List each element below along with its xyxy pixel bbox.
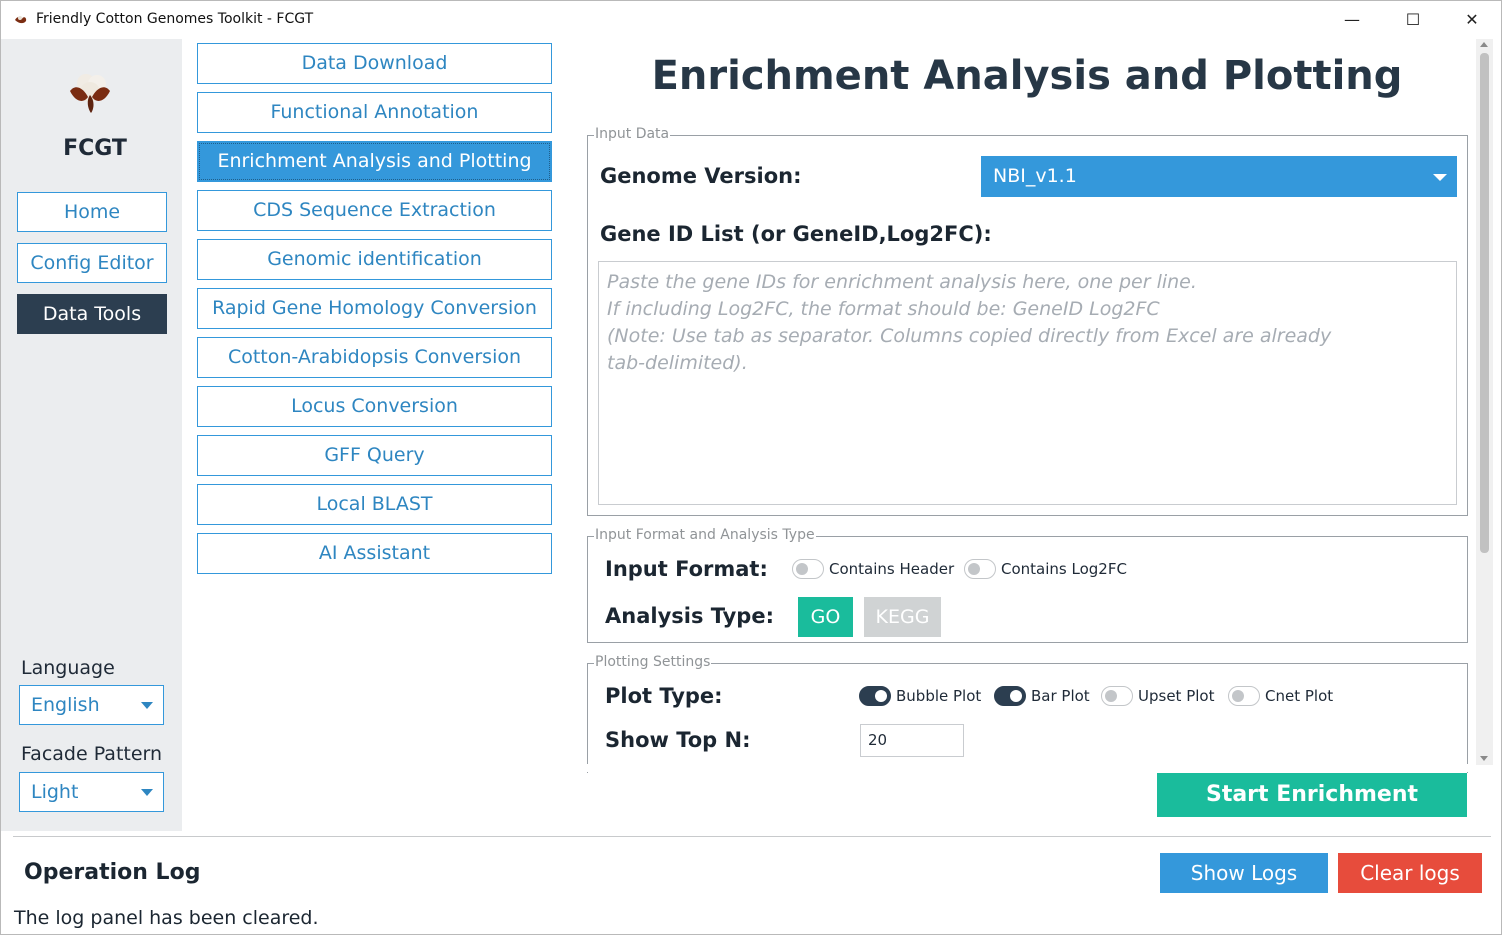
tool-genomic-identification-button[interactable]: Genomic identification <box>197 239 552 280</box>
tool-gff-query-button[interactable]: GFF Query <box>197 435 552 476</box>
bar-plot-label: Bar Plot <box>1031 687 1090 705</box>
toggle-knob <box>1105 690 1117 702</box>
facade-pattern-value: Light <box>31 781 79 803</box>
brand-name: FCGT <box>63 136 127 161</box>
plotting-settings-legend: Plotting Settings <box>594 654 712 670</box>
scroll-down-icon[interactable] <box>1480 756 1488 761</box>
tool-homology-conversion-button[interactable]: Rapid Gene Homology Conversion <box>197 288 552 329</box>
operation-log-title: Operation Log <box>24 860 201 885</box>
input-format-legend: Input Format and Analysis Type <box>594 527 816 543</box>
tool-cds-extraction-button[interactable]: CDS Sequence Extraction <box>197 190 552 231</box>
language-value: English <box>31 694 100 716</box>
show-top-n-label: Show Top N: <box>605 728 751 752</box>
left-sidebar: FCGT Home Config Editor Data Tools Langu… <box>1 39 182 831</box>
clear-logs-button[interactable]: Clear logs <box>1338 853 1482 893</box>
main-scrollbar[interactable] <box>1476 39 1493 765</box>
window-title: Friendly Cotton Genomes Toolkit - FCGT <box>36 11 314 27</box>
tool-local-blast-button[interactable]: Local BLAST <box>197 484 552 525</box>
toggle-knob <box>796 563 808 575</box>
nav-config-editor-button[interactable]: Config Editor <box>17 243 167 283</box>
upset-plot-label: Upset Plot <box>1138 687 1215 705</box>
log-message: The log panel has been cleared. <box>14 907 319 929</box>
genome-version-select[interactable]: NBI_v1.1 <box>981 156 1457 197</box>
scroll-area-edge <box>587 764 1472 772</box>
log-divider <box>13 836 1491 837</box>
input-data-legend: Input Data <box>594 126 671 142</box>
analysis-type-label: Analysis Type: <box>605 604 774 628</box>
nav-data-tools-button[interactable]: Data Tools <box>17 294 167 334</box>
genome-version-label: Genome Version: <box>600 164 802 188</box>
tool-ai-assistant-button[interactable]: AI Assistant <box>197 533 552 574</box>
toggle-knob <box>1232 690 1244 702</box>
maximize-icon[interactable]: ☐ <box>1390 7 1436 33</box>
tool-data-download-button[interactable]: Data Download <box>197 43 552 84</box>
gene-id-list-textarea[interactable]: Paste the gene IDs for enrichment analys… <box>598 261 1457 505</box>
bubble-plot-label: Bubble Plot <box>896 687 982 705</box>
toggle-knob <box>875 690 887 702</box>
minimize-icon[interactable]: — <box>1329 7 1375 33</box>
close-icon[interactable]: ✕ <box>1449 7 1495 33</box>
tool-cotton-arabidopsis-button[interactable]: Cotton-Arabidopsis Conversion <box>197 337 552 378</box>
language-select[interactable]: English <box>19 685 164 725</box>
plot-type-label: Plot Type: <box>605 684 723 708</box>
chevron-down-icon <box>141 789 153 796</box>
tool-locus-conversion-button[interactable]: Locus Conversion <box>197 386 552 427</box>
facade-pattern-label: Facade Pattern <box>21 743 163 765</box>
page-title: Enrichment Analysis and Plotting <box>651 53 1403 99</box>
cotton-app-icon <box>15 16 27 24</box>
language-label: Language <box>21 657 115 679</box>
genome-version-value: NBI_v1.1 <box>993 165 1077 187</box>
analysis-type-go-button[interactable]: GO <box>798 597 853 637</box>
gene-id-list-label: Gene ID List (or GeneID,Log2FC): <box>600 222 992 246</box>
title-bar: Friendly Cotton Genomes Toolkit - FCGT —… <box>1 1 1501 39</box>
tool-enrichment-analysis-button[interactable]: Enrichment Analysis and Plotting <box>197 141 552 182</box>
chevron-down-icon <box>1433 174 1447 181</box>
cotton-logo-icon <box>70 74 110 113</box>
cnet-plot-label: Cnet Plot <box>1265 687 1334 705</box>
toggle-knob <box>1010 690 1022 702</box>
tool-functional-annotation-button[interactable]: Functional Annotation <box>197 92 552 133</box>
contains-header-label: Contains Header <box>829 560 955 578</box>
input-format-label: Input Format: <box>605 557 768 581</box>
nav-home-button[interactable]: Home <box>17 192 167 232</box>
toggle-knob <box>968 563 980 575</box>
start-enrichment-button[interactable]: Start Enrichment Analysis <box>1157 773 1467 851</box>
contains-log2fc-label: Contains Log2FC <box>1001 560 1127 578</box>
plotting-settings-group: Plotting Settings <box>587 654 1468 773</box>
scroll-up-icon[interactable] <box>1480 42 1488 47</box>
scrollbar-thumb[interactable] <box>1480 53 1489 553</box>
show-logs-button[interactable]: Show Logs <box>1160 853 1328 893</box>
app-window: Friendly Cotton Genomes Toolkit - FCGT —… <box>0 0 1502 935</box>
show-top-n-input[interactable]: 20 <box>860 724 964 757</box>
facade-pattern-select[interactable]: Light <box>19 772 164 812</box>
chevron-down-icon <box>141 702 153 709</box>
analysis-type-kegg-button[interactable]: KEGG <box>864 597 941 637</box>
